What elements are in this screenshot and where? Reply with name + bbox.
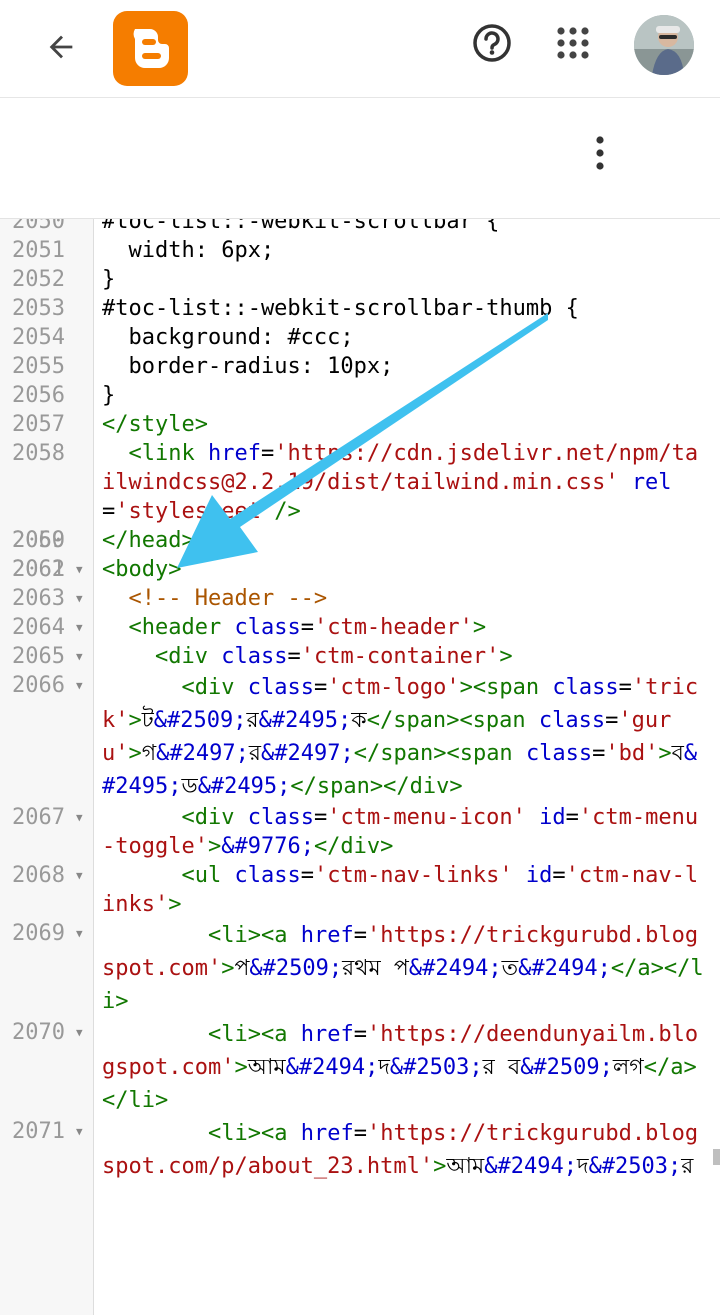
line-number: 2050 (12, 219, 65, 234)
code-line: 2063 ▼ <!-- Header --> (0, 584, 720, 613)
line-text: <ul class='ctm-nav-links' id='ctm-nav-li… (102, 863, 699, 917)
fold-arrow-icon[interactable]: ▼ (76, 1018, 83, 1047)
line-text: <div class='ctm-logo'><span class='trick… (102, 675, 699, 799)
scrollbar-thumb[interactable] (713, 1149, 720, 1165)
line-number: 2065 (12, 644, 65, 669)
line-text: width: 6px; (102, 238, 275, 263)
line-text: <li><a href='https://trickgurubd.blogspo… (102, 1121, 699, 1179)
line-text: <li><a href='https://trickgurubd.blogspo… (102, 923, 704, 1014)
code-line: 2055 border-radius: 10px; (0, 352, 720, 381)
code-line: 2051 width: 6px; (0, 236, 720, 265)
line-number: 2057 (12, 412, 65, 437)
code-line: 2071 ▼ <li><a href='https://trickgurubd.b… (0, 1117, 720, 1183)
line-text: } (102, 267, 116, 292)
line-number: 2068 (12, 863, 65, 888)
line-text: <div class='ctm-menu-icon' id='ctm-menu-… (102, 805, 699, 859)
line-text: border-radius: 10px; (102, 354, 394, 379)
code-editor[interactable]: 2050 #toc-list::-webkit-scrollbar { 2051 … (0, 219, 720, 1315)
apps-button[interactable] (553, 23, 593, 63)
line-number: 2062 (12, 557, 65, 582)
fold-arrow-icon[interactable]: ▼ (76, 861, 83, 890)
code-line: 2053 #toc-list::-webkit-scrollbar-thumb { (0, 294, 720, 323)
line-text: </style> (102, 412, 208, 437)
line-number: 2063 (12, 586, 65, 611)
line-text: } (102, 383, 116, 408)
code-line: 2066 ▼ <div class='ctm-logo'><span class=… (0, 671, 720, 803)
fold-arrow-icon[interactable]: ▼ (76, 919, 83, 948)
code-line: 2062 ▼ <body> (0, 555, 720, 584)
line-number: 2058 (12, 441, 65, 466)
code-line: 2054 background: #ccc; (0, 323, 720, 352)
line-number: 2056 (12, 383, 65, 408)
code-line: 2065 ▼ <div class='ctm-container'> (0, 642, 720, 671)
line-number: 2067 (12, 805, 65, 830)
line-number: 2069 (12, 921, 65, 946)
account-avatar[interactable] (634, 15, 694, 75)
code-line: 2070 ▼ <li><a href='https://deendunyailm.… (0, 1018, 720, 1117)
fold-arrow-icon[interactable]: ▼ (76, 803, 83, 832)
line-number: 2066 (12, 673, 65, 698)
line-text: #toc-list::-webkit-scrollbar-thumb { (102, 296, 579, 321)
line-text: #toc-list::-webkit-scrollbar { (102, 219, 500, 234)
fold-arrow-icon[interactable]: ▼ (76, 671, 83, 700)
help-button[interactable] (470, 21, 514, 65)
code-content[interactable]: 2050 #toc-list::-webkit-scrollbar { 2051 … (0, 219, 720, 1183)
line-text: background: #ccc; (102, 325, 354, 350)
line-number: 2055 (12, 354, 65, 379)
vertical-dots-icon (596, 136, 604, 170)
line-number: 2052 (12, 267, 65, 292)
fold-arrow-icon[interactable]: ▼ (76, 1117, 83, 1146)
code-line: 2060 </head> (0, 526, 720, 555)
blogger-logo[interactable] (113, 11, 188, 86)
app-bar (0, 0, 720, 98)
code-line: 2058 <link href='https://cdn.jsdelivr.ne… (0, 439, 720, 526)
back-button[interactable] (38, 24, 84, 70)
more-options-button[interactable] (584, 130, 616, 176)
code-line: 2068 ▼ <ul class='ctm-nav-links' id='ctm-… (0, 861, 720, 919)
line-number: 2064 (12, 615, 65, 640)
fold-arrow-icon[interactable]: ▼ (76, 613, 83, 642)
line-text: <!-- Header --> (102, 586, 328, 611)
line-text: <body> (102, 557, 182, 582)
fold-arrow-icon[interactable]: ▼ (76, 642, 83, 671)
line-text: <link href='https://cdn.jsdelivr.net/npm… (102, 441, 699, 524)
line-text: <li><a href='https://deendunyailm.blogsp… (102, 1022, 699, 1113)
code-line: 2050 #toc-list::-webkit-scrollbar { (0, 219, 720, 236)
line-number: 2051 (12, 238, 65, 263)
apps-grid-icon (557, 27, 589, 59)
blogger-b-icon (133, 29, 169, 68)
line-number: 2071 (12, 1119, 65, 1144)
line-number: 2060 (12, 528, 65, 553)
line-number: 2054 (12, 325, 65, 350)
code-line: 2057 </style> (0, 410, 720, 439)
code-line: 2069 ▼ <li><a href='https://trickgurubd.b… (0, 919, 720, 1018)
code-line: 2052} (0, 265, 720, 294)
fold-arrow-icon[interactable]: ▼ (76, 555, 83, 584)
code-line: 2056} (0, 381, 720, 410)
avatar-photo (634, 15, 694, 75)
help-circle-icon (473, 24, 511, 62)
code-line: 2067 ▼ <div class='ctm-menu-icon' id='ctm… (0, 803, 720, 861)
arrow-left-icon (49, 35, 73, 59)
line-text: </head> (102, 528, 195, 553)
line-number: 2053 (12, 296, 65, 321)
code-line: 2064 ▼ <header class='ctm-header'> (0, 613, 720, 642)
fold-arrow-icon[interactable]: ▼ (76, 584, 83, 613)
line-number: 2070 (12, 1020, 65, 1045)
line-text: <header class='ctm-header'> (128, 615, 487, 640)
line-text: <div class='ctm-container'> (154, 644, 513, 669)
